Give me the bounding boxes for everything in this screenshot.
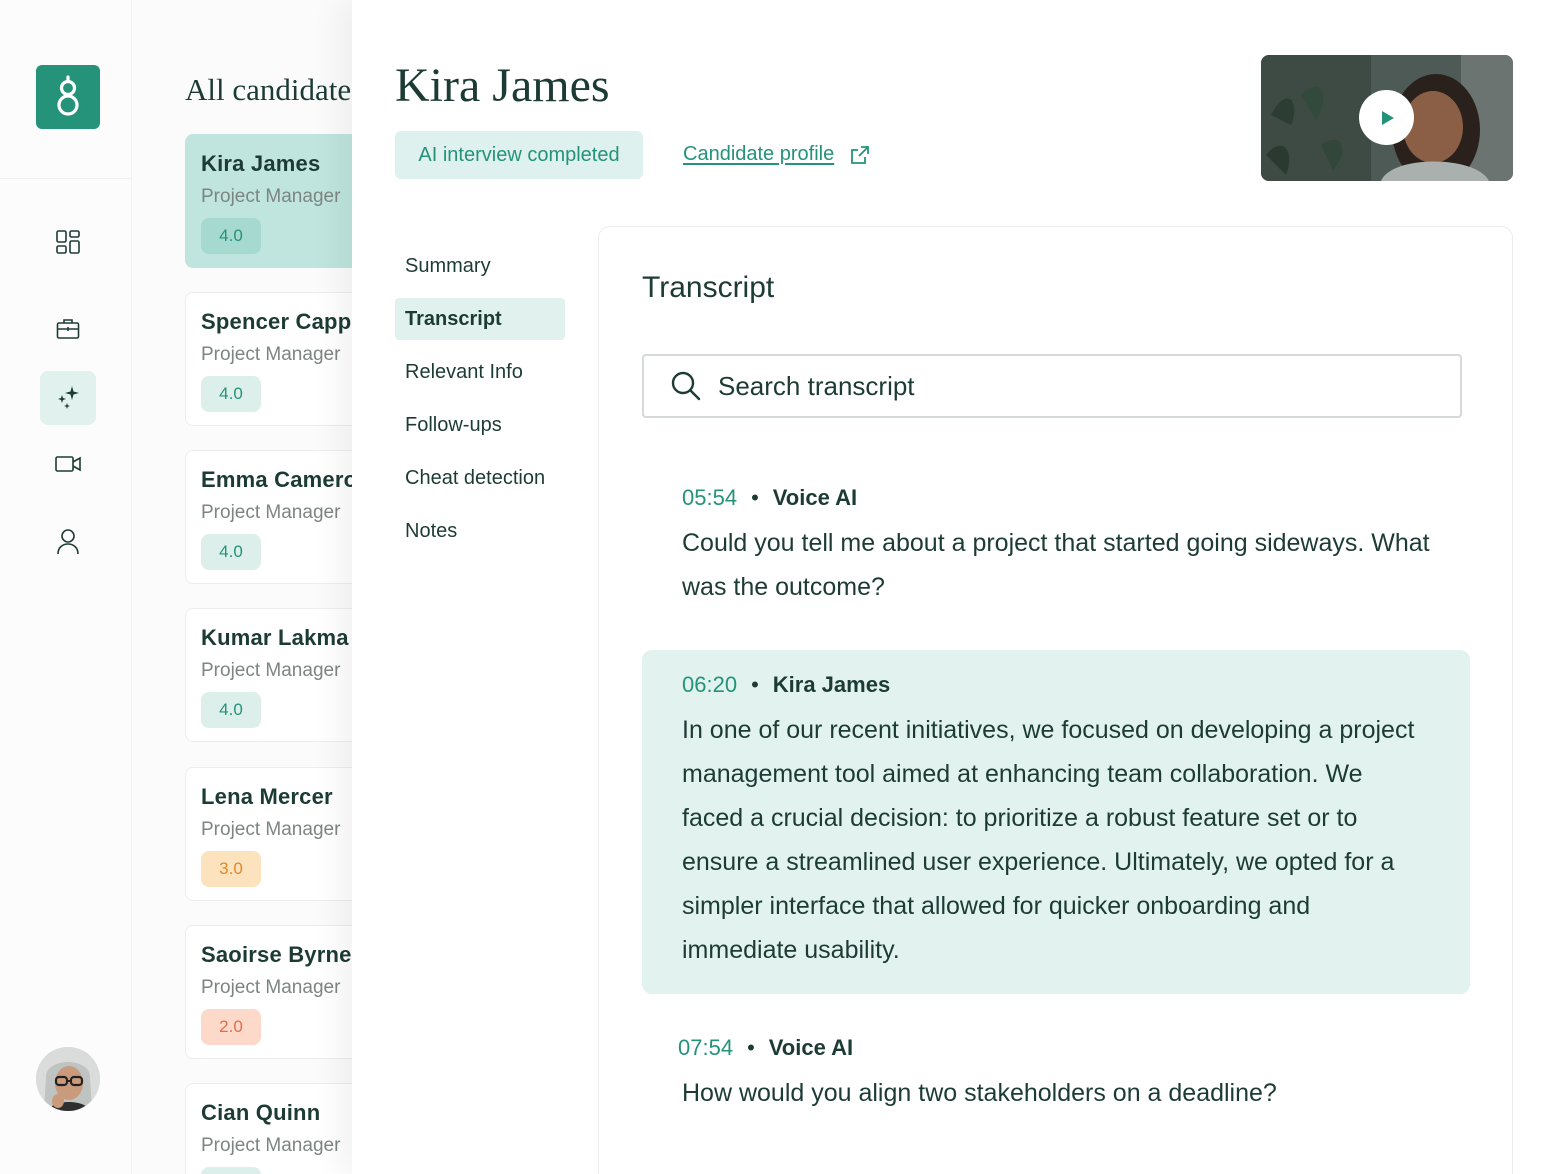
entry-text: In one of our recent initiatives, we foc… [682, 716, 1415, 964]
sparkles-icon [58, 386, 79, 409]
candidate-name: Kumar Lakma [201, 625, 349, 650]
search-icon [671, 371, 701, 401]
entry-timestamp[interactable]: 07:54 [678, 1035, 733, 1061]
external-link-icon [851, 145, 870, 164]
separator-dot: • [751, 672, 759, 697]
candidate-name: Cian Quinn [201, 1100, 321, 1125]
candidate-role: Project Manager [201, 977, 341, 998]
search-input[interactable] [718, 370, 1418, 402]
app-rail [0, 0, 132, 1174]
tab-relevant-info[interactable]: Relevant Info [395, 351, 565, 393]
candidate-profile-link[interactable]: Candidate profile [683, 143, 870, 166]
candidate-card[interactable]: Cian Quinn Project Manager [185, 1083, 353, 1174]
score-badge: 4.0 [201, 376, 261, 412]
candidate-name: Saoirse Byrne [201, 942, 352, 967]
entry-text: Could you tell me about a project that s… [682, 529, 1430, 601]
transcript-title: Transcript [642, 271, 775, 304]
tab-follow-ups[interactable]: Follow-ups [395, 404, 565, 446]
list-title: All candidates [185, 72, 353, 107]
avatar-photo-icon [36, 1047, 100, 1111]
entry-meta: 07:54 • Voice AI [678, 1035, 1430, 1061]
score-badge: 3.0 [201, 851, 261, 887]
candidate-card[interactable]: Kira James Project Manager 4.0 [185, 134, 353, 268]
dashboard-icon [56, 230, 80, 254]
user-icon [57, 529, 79, 555]
candidate-detail-panel: Kira James AI interview completed Candid… [352, 0, 1560, 1174]
nav-profile[interactable] [40, 514, 96, 568]
candidate-name: Lena Mercer [201, 784, 333, 809]
separator-dot: • [747, 1035, 755, 1060]
candidate-role: Project Manager [201, 186, 341, 207]
transcript-entry-highlighted: 06:20 • Kira James In one of our recent … [642, 650, 1470, 994]
entry-meta: 06:20 • Kira James [682, 672, 1430, 698]
entry-speaker: Kira James [772, 672, 891, 697]
entry-timestamp[interactable]: 06:20 [682, 672, 737, 698]
transcript-entry: 05:54 • Voice AI Could you tell me about… [642, 485, 1470, 609]
entry-timestamp[interactable]: 05:54 [682, 485, 737, 511]
video-camera-icon [55, 456, 81, 472]
score-badge: 2.0 [201, 1009, 261, 1045]
interview-video-thumbnail[interactable] [1261, 55, 1513, 181]
transcript-panel: Transcript 05:54 • Voice AI Could you te… [598, 226, 1513, 1174]
profile-link-label: Candidate profile [683, 143, 835, 165]
nav-ai-interviews[interactable] [40, 371, 96, 425]
play-icon [1381, 110, 1394, 125]
tab-cheat-detection[interactable]: Cheat detection [395, 457, 565, 499]
transcript-entry: 07:54 • Voice AI How would you align two… [642, 1035, 1470, 1115]
candidate-role: Project Manager [201, 344, 341, 365]
score-badge [201, 1167, 261, 1174]
entry-meta: 05:54 • Voice AI [682, 485, 1430, 511]
separator-dot: • [751, 485, 759, 510]
candidate-role: Project Manager [201, 502, 341, 523]
play-button[interactable] [1359, 90, 1414, 145]
candidate-card[interactable]: Spencer Cappa Project Manager 4.0 [185, 292, 353, 426]
entry-speaker: Voice AI [768, 1035, 854, 1060]
score-badge: 4.0 [201, 534, 261, 570]
candidate-detail-name: Kira James [395, 59, 610, 112]
user-avatar[interactable] [36, 1047, 100, 1111]
rail-divider [0, 178, 132, 179]
entry-text: How would you align two stakeholders on … [682, 1079, 1277, 1107]
nav-dashboard[interactable] [40, 215, 96, 269]
candidate-name: Kira James [201, 151, 321, 176]
entry-speaker: Voice AI [772, 485, 858, 510]
tab-notes[interactable]: Notes [395, 510, 565, 552]
candidate-role: Project Manager [201, 660, 341, 681]
detail-tabs: Summary Transcript Relevant Info Follow-… [395, 245, 565, 563]
nav-jobs[interactable] [40, 302, 96, 356]
greenhouse-logo-icon[interactable] [36, 65, 100, 129]
candidate-card[interactable]: Saoirse Byrne Project Manager 2.0 [185, 925, 353, 1059]
candidate-list: All candidates Kira James Project Manage… [133, 0, 353, 1174]
candidate-name: Spencer Cappa [201, 309, 353, 334]
tab-summary[interactable]: Summary [395, 245, 565, 287]
candidate-card[interactable]: Emma Cameron Project Manager 4.0 [185, 450, 353, 584]
tab-transcript[interactable]: Transcript [395, 298, 565, 340]
candidate-name: Emma Cameron [201, 467, 353, 492]
candidate-card[interactable]: Lena Mercer Project Manager 3.0 [185, 767, 353, 901]
candidate-card[interactable]: Kumar Lakma Project Manager 4.0 [185, 608, 353, 742]
candidate-role: Project Manager [201, 1135, 341, 1156]
score-badge: 4.0 [201, 218, 261, 254]
briefcase-icon [56, 319, 80, 339]
nav-video[interactable] [40, 437, 96, 491]
score-badge: 4.0 [201, 692, 261, 728]
transcript-search[interactable] [642, 354, 1462, 418]
status-badge: AI interview completed [395, 131, 643, 179]
candidate-role: Project Manager [201, 819, 341, 840]
